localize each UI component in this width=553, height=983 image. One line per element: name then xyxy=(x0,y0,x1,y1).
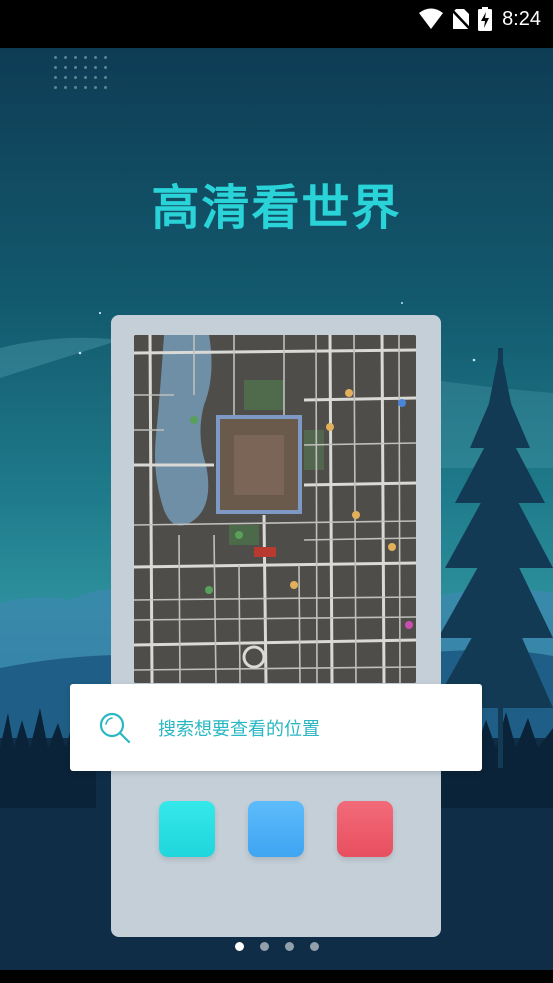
no-sim-icon xyxy=(452,9,471,30)
wifi-icon xyxy=(419,8,444,29)
battery-charging-icon xyxy=(478,7,493,31)
phone-mockup-card xyxy=(111,315,441,937)
search-placeholder: 搜索想要查看的位置 xyxy=(158,718,320,740)
cyan-app-tile[interactable] xyxy=(159,801,215,857)
status-time: 8:24 xyxy=(502,7,541,30)
status-bar: 8:24 xyxy=(0,0,553,48)
onboarding-slide[interactable]: 高清看世界 搜索想要查看的位置 xyxy=(0,48,553,970)
search-icon xyxy=(99,712,131,743)
red-app-tile[interactable] xyxy=(337,801,393,857)
page-dot-4[interactable] xyxy=(309,942,319,951)
page-indicator xyxy=(0,942,553,952)
bottom-bar xyxy=(0,970,553,983)
status-icons: 8:24 xyxy=(418,0,541,38)
search-box[interactable]: 搜索想要查看的位置 xyxy=(70,684,482,771)
page-dot-2[interactable] xyxy=(259,942,269,951)
slide-headline: 高清看世界 xyxy=(151,180,402,236)
decorative-dot-grid xyxy=(54,56,114,96)
page-dot-1[interactable] xyxy=(234,942,244,951)
blue-app-tile[interactable] xyxy=(248,801,304,857)
satellite-map-image xyxy=(134,335,416,683)
page-dot-3[interactable] xyxy=(284,942,294,951)
